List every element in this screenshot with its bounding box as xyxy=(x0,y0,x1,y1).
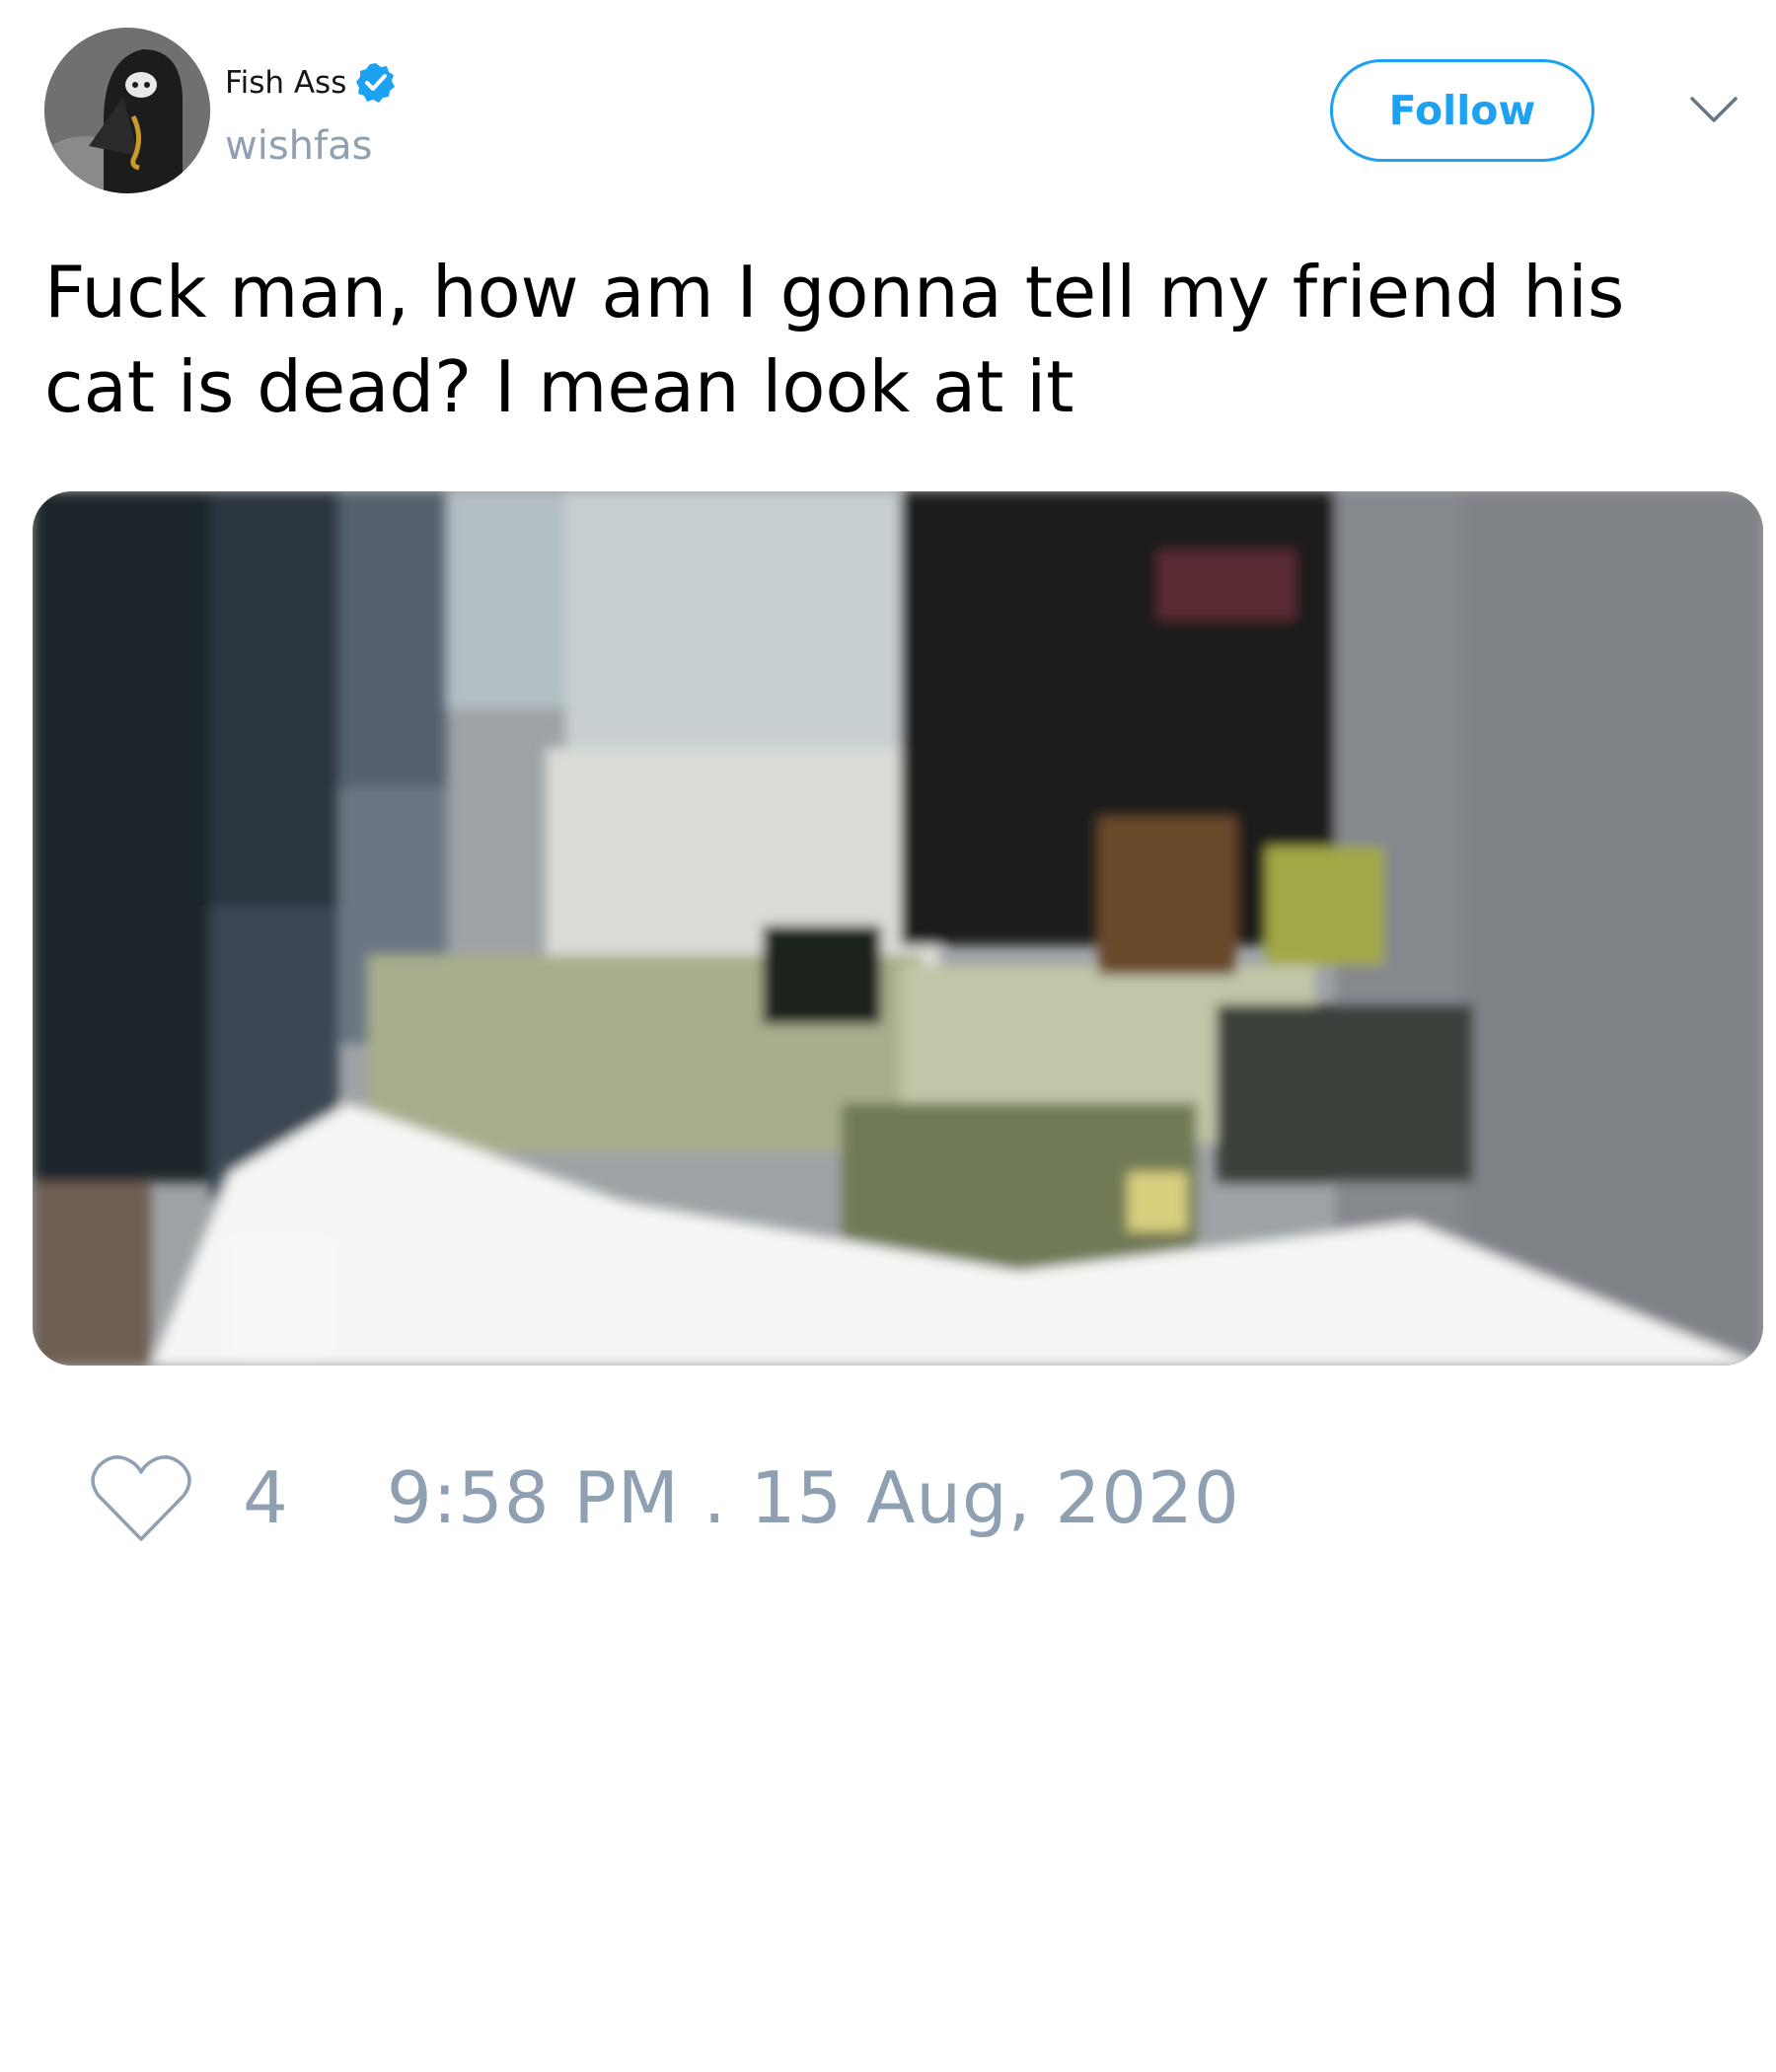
tweet-text: Fuck man, how am I gonna tell my friend … xyxy=(44,251,1625,428)
follow-button[interactable]: Follow xyxy=(1330,59,1594,162)
avatar[interactable] xyxy=(44,28,210,193)
hooded-figure-avatar-icon xyxy=(44,28,210,193)
verified-badge-icon xyxy=(356,63,396,103)
chevron-down-icon[interactable] xyxy=(1689,89,1739,128)
user-handle[interactable]: wishfas xyxy=(225,126,372,166)
display-name[interactable]: Fish Ass xyxy=(225,67,346,99)
tweet-card: Fish Ass wishfas Follow Fuck man, how am… xyxy=(0,0,1776,2072)
heart-outline-icon[interactable] xyxy=(89,1450,193,1545)
display-name-row: Fish Ass xyxy=(225,61,398,105)
tweet-footer: 4 9:58 PM . 15 Aug, 2020 xyxy=(89,1446,1240,1549)
tweet-media-image[interactable] xyxy=(33,491,1763,1366)
like-count: 4 xyxy=(243,1456,288,1539)
tweet-timestamp[interactable]: 9:58 PM . 15 Aug, 2020 xyxy=(387,1462,1240,1533)
pixelated-cat-photo xyxy=(33,491,1763,1366)
